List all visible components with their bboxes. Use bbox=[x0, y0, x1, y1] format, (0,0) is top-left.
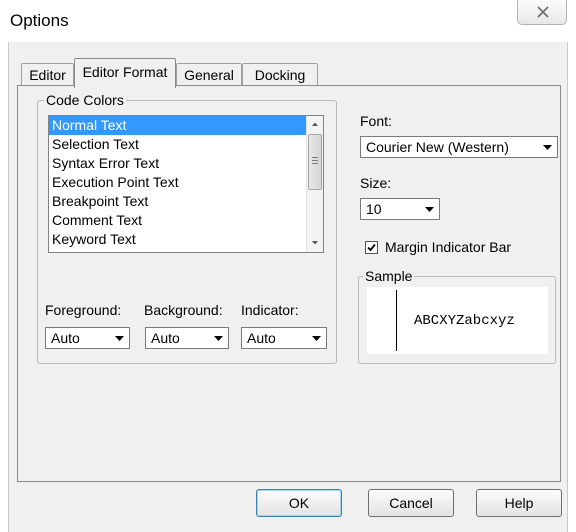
scroll-thumb[interactable] bbox=[308, 134, 322, 190]
code-colors-group: Code Colors Normal Text Selection Text S… bbox=[37, 92, 337, 364]
font-value: Courier New (Western) bbox=[366, 139, 509, 155]
chevron-down-icon bbox=[543, 145, 552, 150]
list-item[interactable]: Execution Point Text bbox=[49, 173, 323, 192]
tab-label: Editor bbox=[29, 67, 66, 83]
ok-button-label: OK bbox=[288, 495, 310, 511]
chevron-down-icon bbox=[115, 336, 124, 341]
dropdown-button[interactable] bbox=[111, 329, 128, 347]
chevron-down-icon bbox=[312, 241, 318, 245]
size-label: Size: bbox=[360, 175, 392, 191]
list-item[interactable]: Syntax Error Text bbox=[49, 154, 323, 173]
indicator-dropdown[interactable]: Auto bbox=[241, 327, 327, 349]
close-button[interactable] bbox=[517, 0, 567, 25]
dropdown-button[interactable] bbox=[210, 329, 227, 347]
size-value: 10 bbox=[366, 201, 382, 217]
foreground-dropdown[interactable]: Auto bbox=[45, 327, 130, 349]
sample-preview: ABCXYZabcxyz bbox=[367, 287, 548, 354]
tab-label: General bbox=[184, 67, 234, 83]
dropdown-button[interactable] bbox=[308, 329, 325, 347]
sample-text: ABCXYZabcxyz bbox=[414, 313, 515, 329]
thumb-grip-line bbox=[312, 163, 318, 164]
size-dropdown[interactable]: 10 bbox=[360, 198, 440, 220]
foreground-value: Auto bbox=[51, 330, 80, 346]
cancel-button[interactable]: Cancel bbox=[368, 489, 454, 517]
tab-label: Docking bbox=[254, 67, 306, 83]
thumb-grip-line bbox=[312, 157, 318, 158]
dropdown-button[interactable] bbox=[421, 200, 438, 218]
background-value: Auto bbox=[151, 330, 180, 346]
scroll-down-arrow[interactable] bbox=[307, 234, 323, 251]
thumb-grip-line bbox=[312, 160, 318, 161]
background-label: Background: bbox=[144, 302, 223, 318]
dropdown-button[interactable] bbox=[539, 138, 556, 156]
checkmark-icon bbox=[367, 243, 376, 252]
list-scrollbar[interactable] bbox=[306, 116, 323, 252]
dialog-client-area: Editor Editor Format General Docking Cod… bbox=[8, 42, 568, 532]
tab-label: Editor Format bbox=[82, 64, 168, 80]
editor-format-panel: Code Colors Normal Text Selection Text S… bbox=[17, 85, 561, 482]
options-dialog: Options Editor Editor Format General Doc… bbox=[0, 0, 576, 532]
sample-group: Sample ABCXYZabcxyz bbox=[358, 268, 556, 364]
margin-indicator-checkbox[interactable] bbox=[365, 241, 378, 254]
list-item[interactable]: Selection Text bbox=[49, 135, 323, 154]
close-icon bbox=[537, 6, 549, 18]
background-dropdown[interactable]: Auto bbox=[145, 327, 229, 349]
title-bar: Options bbox=[0, 0, 576, 42]
code-colors-label: Code Colors bbox=[44, 92, 126, 108]
margin-indicator-line bbox=[396, 290, 397, 351]
chevron-down-icon bbox=[425, 207, 434, 212]
cancel-button-label: Cancel bbox=[389, 495, 433, 511]
list-item[interactable]: Normal Text bbox=[49, 116, 323, 135]
chevron-down-icon bbox=[312, 336, 321, 341]
font-label: Font: bbox=[360, 113, 392, 129]
sample-label: Sample bbox=[363, 268, 415, 284]
list-item[interactable]: Breakpoint Text bbox=[49, 192, 323, 211]
chevron-down-icon bbox=[214, 336, 223, 341]
foreground-label: Foreground: bbox=[45, 302, 122, 318]
indicator-value: Auto bbox=[247, 330, 276, 346]
help-button-label: Help bbox=[504, 495, 534, 511]
help-button[interactable]: Help bbox=[476, 489, 562, 517]
scroll-up-arrow[interactable] bbox=[307, 116, 323, 133]
list-item[interactable]: Keyword Text bbox=[49, 230, 323, 249]
ok-button[interactable]: OK bbox=[256, 489, 342, 517]
margin-indicator-label: Margin Indicator Bar bbox=[385, 239, 512, 255]
font-dropdown[interactable]: Courier New (Western) bbox=[360, 136, 558, 158]
window-title: Options bbox=[10, 11, 69, 30]
chevron-up-icon bbox=[312, 122, 318, 126]
list-item[interactable]: Comment Text bbox=[49, 211, 323, 230]
tab-editor-format[interactable]: Editor Format bbox=[74, 58, 176, 88]
code-colors-list[interactable]: Normal Text Selection Text Syntax Error … bbox=[48, 115, 324, 253]
indicator-label: Indicator: bbox=[241, 302, 299, 318]
